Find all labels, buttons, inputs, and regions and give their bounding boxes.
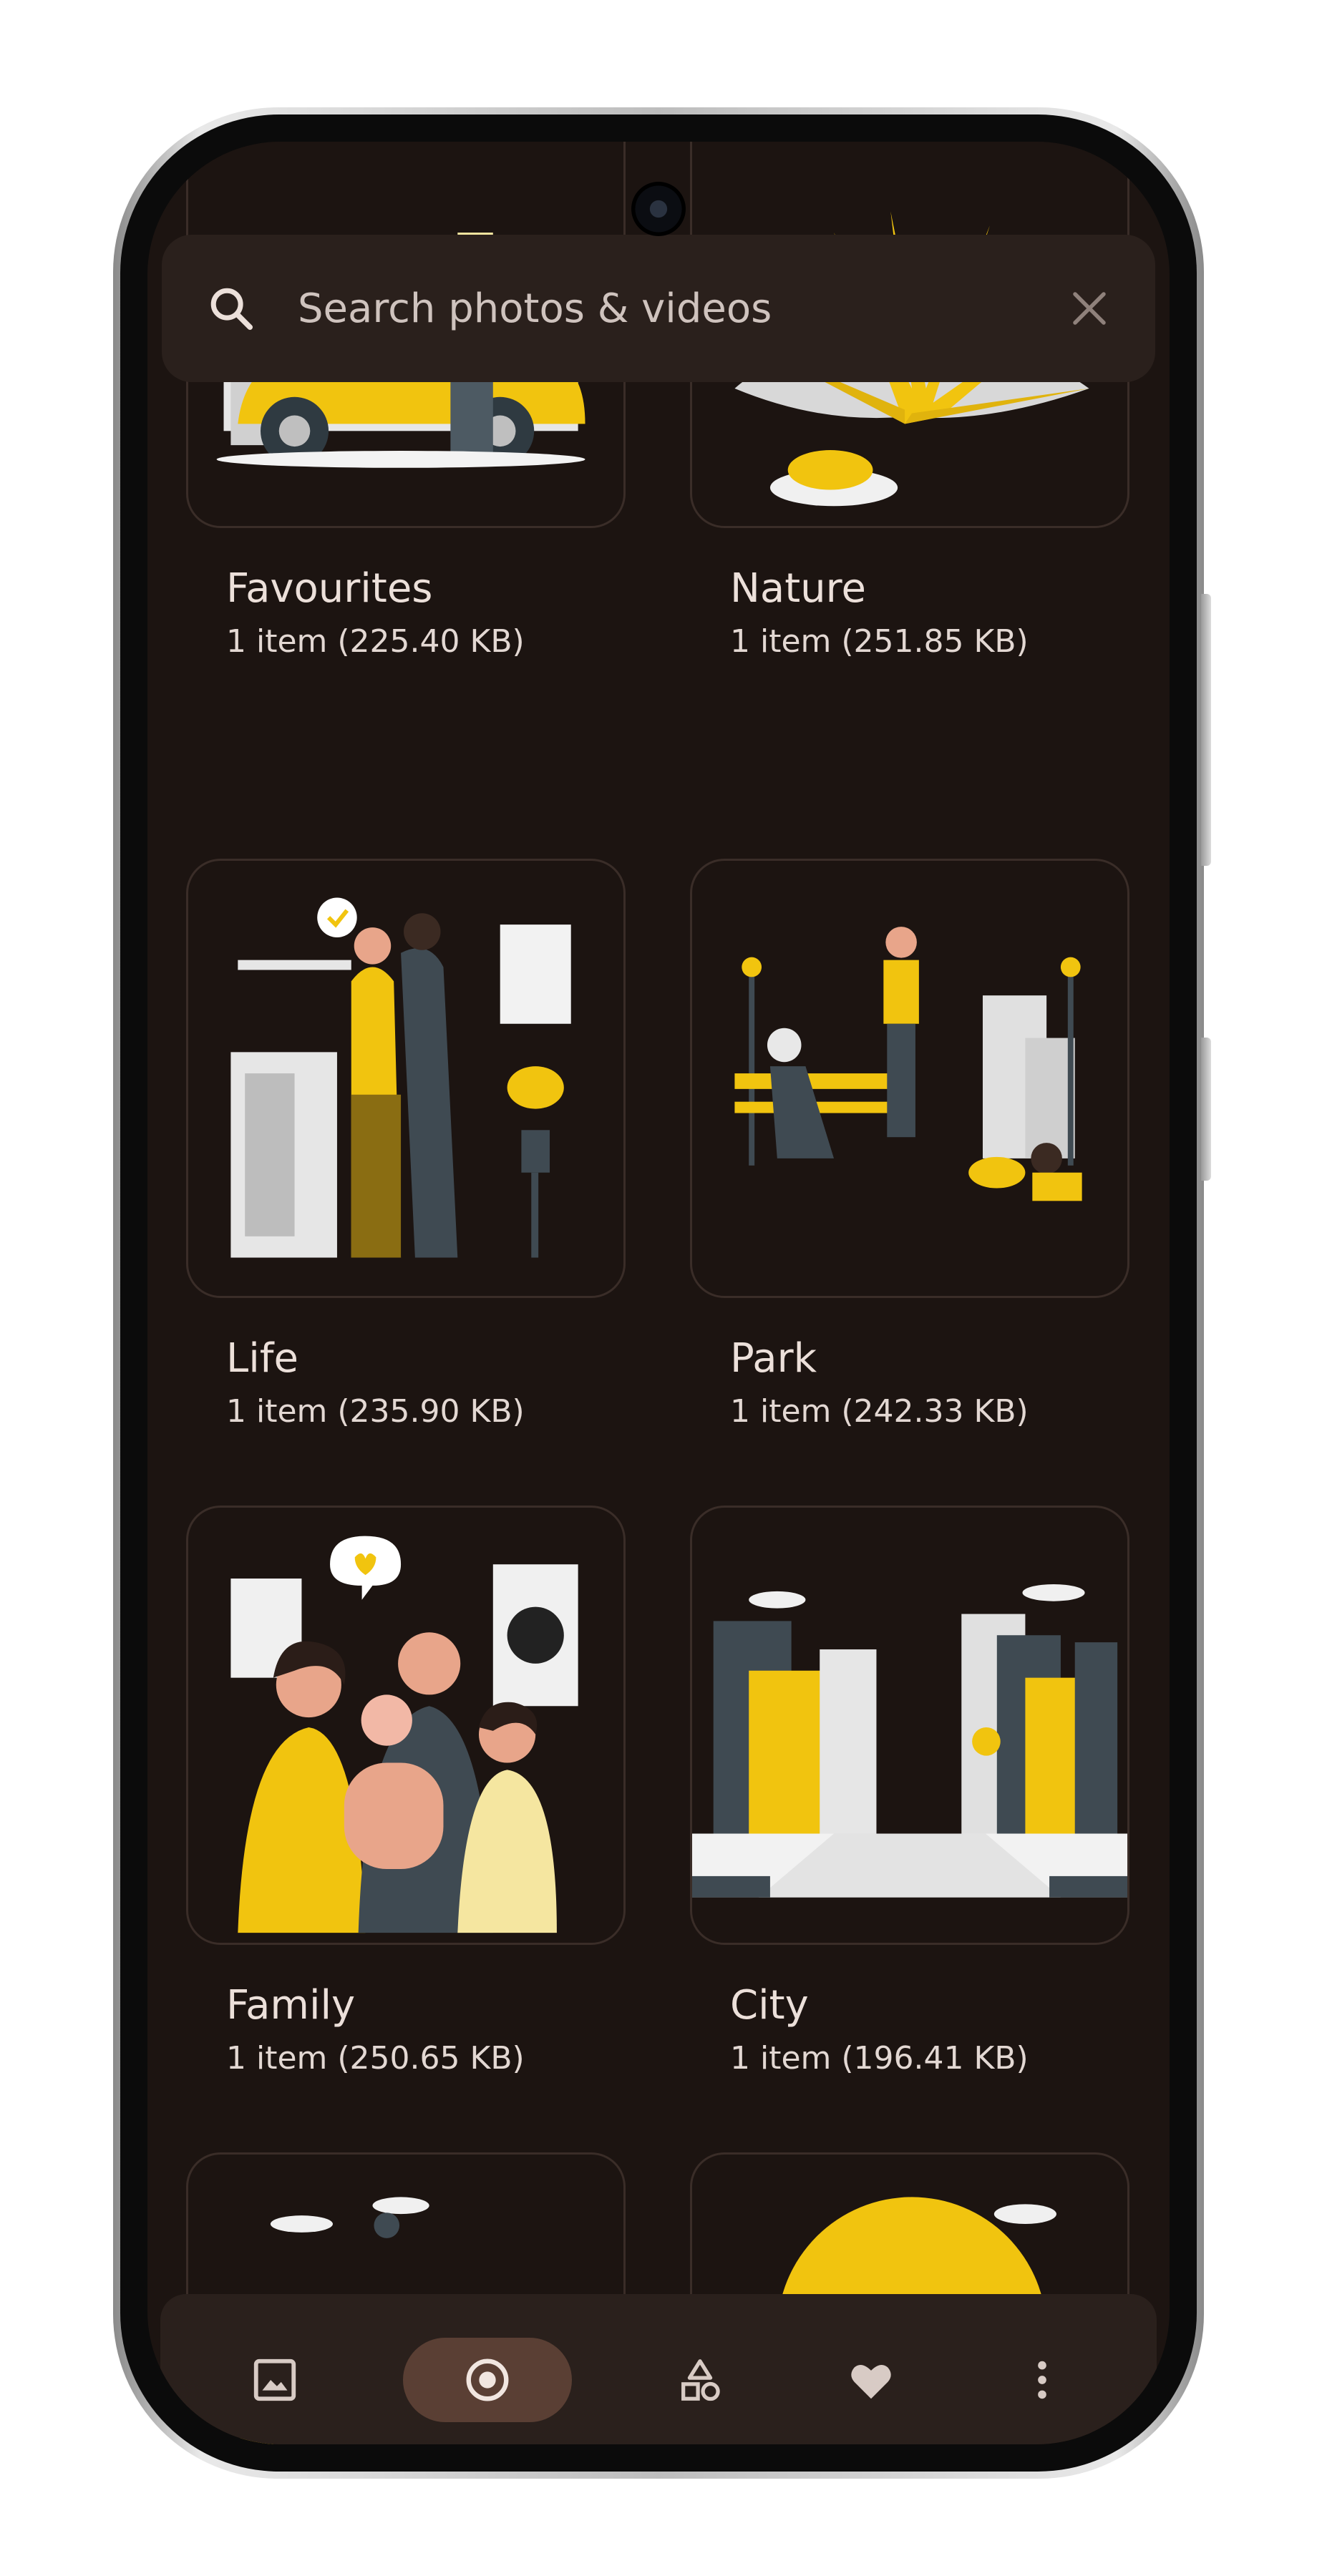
search-bar[interactable]: Search photos & videos: [162, 235, 1155, 382]
album-title: Park: [730, 1335, 817, 1382]
album-city[interactable]: City 1 item (196.41 KB): [690, 1506, 1129, 2077]
album-item-count: 1 item (235.90 KB): [226, 1393, 525, 1430]
close-icon[interactable]: [1066, 286, 1112, 331]
nav-photos[interactable]: [232, 2337, 318, 2423]
nav-more[interactable]: [999, 2337, 1085, 2423]
album-title: Life: [226, 1335, 298, 1382]
screen: Favourites 1 item (225.40 KB) Nature 1 i…: [147, 142, 1170, 2444]
park-illustration: [734, 927, 1082, 1201]
album-title: Family: [226, 1982, 356, 2029]
family-illustration: [230, 1536, 578, 1933]
album-title: Favourites: [226, 565, 433, 612]
album-park[interactable]: Park 1 item (242.33 KB): [690, 859, 1129, 1430]
front-camera: [631, 182, 686, 236]
phone-frame: Favourites 1 item (225.40 KB) Nature 1 i…: [113, 107, 1211, 2479]
album-thumbnail[interactable]: [690, 859, 1129, 1298]
power-button: [1201, 594, 1211, 866]
heart-icon: [851, 2365, 891, 2399]
bottom-navigation: [160, 2294, 1157, 2444]
album-item-count: 1 item (225.40 KB): [226, 623, 525, 660]
album-thumbnail[interactable]: [186, 859, 626, 1298]
city-illustration: [692, 1584, 1127, 1898]
album-life[interactable]: Life 1 item (235.90 KB): [186, 859, 626, 1430]
shapes-icon: [681, 2359, 720, 2401]
album-family[interactable]: Family 1 item (250.65 KB): [186, 1506, 626, 2077]
album-title: Nature: [730, 565, 866, 612]
more-vertical-icon: [1038, 2361, 1047, 2399]
album-item-count: 1 item (196.41 KB): [730, 2040, 1029, 2077]
nav-albums[interactable]: [402, 2338, 572, 2422]
album-thumbnail[interactable]: [186, 1506, 626, 1945]
album-item-count: 1 item (250.65 KB): [226, 2040, 525, 2077]
album-thumbnail[interactable]: [690, 1506, 1129, 1945]
couple-illustration: [230, 897, 571, 1258]
image-icon: [253, 2358, 296, 2401]
phone-bezel: Favourites 1 item (225.40 KB) Nature 1 i…: [120, 114, 1197, 2472]
album-nature[interactable]: Nature 1 item (251.85 KB): [690, 142, 1129, 660]
album-favourites[interactable]: Favourites 1 item (225.40 KB): [186, 142, 626, 660]
search-icon[interactable]: [206, 283, 256, 333]
nav-favourites[interactable]: [828, 2337, 914, 2423]
album-item-count: 1 item (251.85 KB): [730, 623, 1029, 660]
album-item-count: 1 item (242.33 KB): [730, 1393, 1029, 1430]
volume-button: [1201, 1038, 1211, 1181]
albums-target-icon: [466, 2358, 509, 2401]
album-title: City: [730, 1982, 809, 2029]
nav-library[interactable]: [657, 2337, 743, 2423]
search-input[interactable]: Search photos & videos: [298, 286, 1066, 332]
album-grid: Favourites 1 item (225.40 KB) Nature 1 i…: [147, 142, 1170, 2444]
